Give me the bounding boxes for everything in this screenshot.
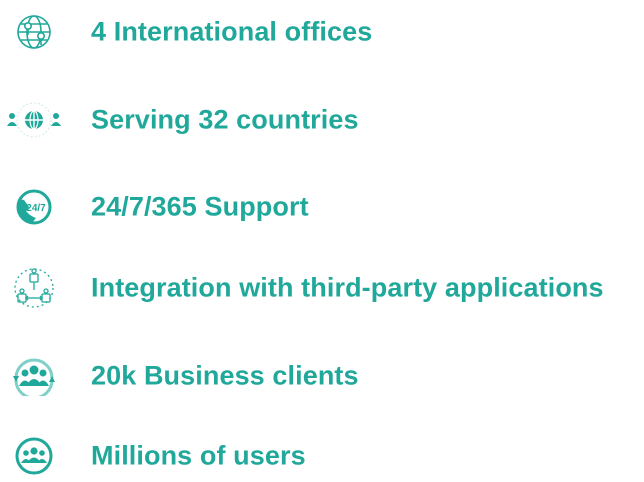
feature-label: 4 International offices [91,16,373,47]
business-clients-icon [0,350,68,402]
features-list: 4 International offices Serving 32 count… [0,0,644,479]
integration-network-icon [0,262,68,314]
globe-network-icon [0,6,68,58]
globe-people-icon [0,94,68,146]
feature-label: Millions of users [91,440,306,471]
support-phone-24-7-icon: 24/7 [0,181,68,233]
users-group-icon [0,430,68,482]
feature-label: 24/7/365 Support [91,191,309,222]
feature-item-countries: Serving 32 countries [0,94,644,146]
feature-item-integration: Integration with third-party application… [0,262,644,314]
feature-label: Integration with third-party application… [91,272,604,303]
badge-24-7: 24/7 [26,203,46,214]
feature-item-users: Millions of users [0,430,644,482]
feature-label: Serving 32 countries [91,104,359,135]
feature-label: 20k Business clients [91,360,359,391]
feature-item-support: 24/7 24/7/365 Support [0,181,644,233]
feature-item-offices: 4 International offices [0,6,644,58]
feature-item-business-clients: 20k Business clients [0,350,644,402]
